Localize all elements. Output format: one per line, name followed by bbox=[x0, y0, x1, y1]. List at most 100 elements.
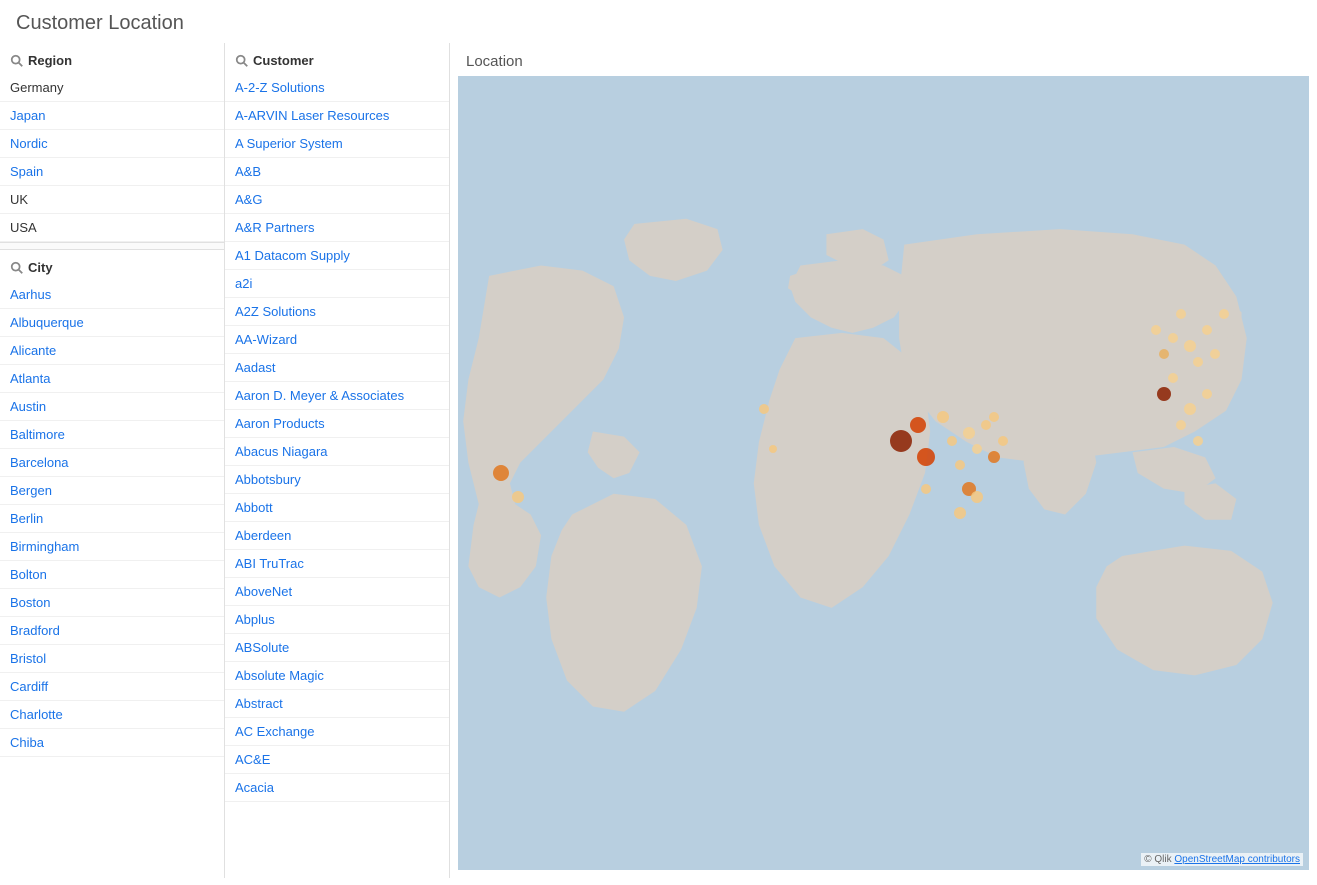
map-bubble[interactable] bbox=[971, 491, 983, 503]
map-copyright: © Qlik OpenStreetMap contributors bbox=[1141, 853, 1303, 866]
city-item[interactable]: Charlotte bbox=[0, 701, 224, 729]
region-item-usa[interactable]: USA bbox=[0, 214, 224, 242]
city-item[interactable]: Austin bbox=[0, 393, 224, 421]
city-item[interactable]: Albuquerque bbox=[0, 309, 224, 337]
map-bubble[interactable] bbox=[1151, 325, 1161, 335]
map-bubble[interactable] bbox=[769, 445, 777, 453]
map-container[interactable]: © Qlik OpenStreetMap contributors bbox=[458, 76, 1309, 870]
customer-item[interactable]: Abbott bbox=[225, 494, 449, 522]
city-item[interactable]: Alicante bbox=[0, 337, 224, 365]
map-bubble[interactable] bbox=[955, 460, 965, 470]
map-bubble[interactable] bbox=[1168, 373, 1178, 383]
map-bubble[interactable] bbox=[947, 436, 957, 446]
map-bubble[interactable] bbox=[1157, 387, 1171, 401]
region-item-japan[interactable]: Japan bbox=[0, 102, 224, 130]
map-bubble[interactable] bbox=[989, 412, 999, 422]
map-bubble[interactable] bbox=[1202, 325, 1212, 335]
customer-item[interactable]: AC&E bbox=[225, 746, 449, 774]
city-header: City bbox=[0, 250, 224, 281]
map-bubble[interactable] bbox=[921, 484, 931, 494]
city-item[interactable]: Birmingham bbox=[0, 533, 224, 561]
customer-header: Customer bbox=[225, 43, 449, 74]
map-bubble[interactable] bbox=[910, 417, 926, 433]
city-item[interactable]: Cardiff bbox=[0, 673, 224, 701]
customer-list: A-2-Z SolutionsA-ARVIN Laser ResourcesA … bbox=[225, 74, 449, 802]
city-item[interactable]: Baltimore bbox=[0, 421, 224, 449]
city-item[interactable]: Berlin bbox=[0, 505, 224, 533]
map-bubble[interactable] bbox=[1184, 340, 1196, 352]
customer-label: Customer bbox=[253, 53, 314, 68]
customer-item[interactable]: A-ARVIN Laser Resources bbox=[225, 102, 449, 130]
map-bubble[interactable] bbox=[917, 448, 935, 466]
map-bubble[interactable] bbox=[1184, 403, 1196, 415]
page-title: Customer Location bbox=[0, 0, 1317, 43]
customer-item[interactable]: Aberdeen bbox=[225, 522, 449, 550]
region-item-spain[interactable]: Spain bbox=[0, 158, 224, 186]
city-item[interactable]: Bradford bbox=[0, 617, 224, 645]
map-bubble[interactable] bbox=[1202, 389, 1212, 399]
customer-item[interactable]: Abplus bbox=[225, 606, 449, 634]
map-bubble[interactable] bbox=[998, 436, 1008, 446]
customer-item[interactable]: Abacus Niagara bbox=[225, 438, 449, 466]
openstreetmap-link[interactable]: OpenStreetMap contributors bbox=[1174, 854, 1300, 865]
region-search-icon bbox=[10, 54, 24, 68]
city-item[interactable]: Bergen bbox=[0, 477, 224, 505]
customer-item[interactable]: Absolute Magic bbox=[225, 662, 449, 690]
city-item[interactable]: Boston bbox=[0, 589, 224, 617]
customer-item[interactable]: Abstract bbox=[225, 690, 449, 718]
region-item-nordic[interactable]: Nordic bbox=[0, 130, 224, 158]
region-list: Germany Japan Nordic Spain UK USA bbox=[0, 74, 224, 242]
map-bubble[interactable] bbox=[1193, 357, 1203, 367]
customer-item[interactable]: Aaron Products bbox=[225, 410, 449, 438]
customer-item[interactable]: A&G bbox=[225, 186, 449, 214]
customer-item[interactable]: A-2-Z Solutions bbox=[225, 74, 449, 102]
customer-item[interactable]: A&B bbox=[225, 158, 449, 186]
customer-item[interactable]: Acacia bbox=[225, 774, 449, 802]
map-bubble[interactable] bbox=[512, 491, 524, 503]
customer-item[interactable]: Abbotsbury bbox=[225, 466, 449, 494]
city-item[interactable]: Bolton bbox=[0, 561, 224, 589]
map-bubble[interactable] bbox=[963, 427, 975, 439]
section-divider bbox=[0, 242, 224, 250]
customer-item[interactable]: A&R Partners bbox=[225, 214, 449, 242]
customer-item[interactable]: a2i bbox=[225, 270, 449, 298]
customer-item[interactable]: Aaron D. Meyer & Associates bbox=[225, 382, 449, 410]
customer-item[interactable]: Aadast bbox=[225, 354, 449, 382]
city-list: AarhusAlbuquerqueAlicanteAtlantaAustinBa… bbox=[0, 281, 224, 757]
region-label: Region bbox=[28, 53, 72, 68]
city-item[interactable]: Aarhus bbox=[0, 281, 224, 309]
map-bubble[interactable] bbox=[1159, 349, 1169, 359]
left-filter-panel: Region Germany Japan Nordic Spain UK USA… bbox=[0, 43, 225, 878]
map-bubble[interactable] bbox=[1219, 309, 1229, 319]
city-item[interactable]: Bristol bbox=[0, 645, 224, 673]
city-item[interactable]: Barcelona bbox=[0, 449, 224, 477]
customer-item[interactable]: A1 Datacom Supply bbox=[225, 242, 449, 270]
region-item-germany[interactable]: Germany bbox=[0, 74, 224, 102]
customer-item[interactable]: ABI TruTrac bbox=[225, 550, 449, 578]
customer-item[interactable]: AC Exchange bbox=[225, 718, 449, 746]
customer-item[interactable]: A2Z Solutions bbox=[225, 298, 449, 326]
map-bubble[interactable] bbox=[1210, 349, 1220, 359]
map-bubble[interactable] bbox=[937, 411, 949, 423]
map-bubble[interactable] bbox=[1168, 333, 1178, 343]
customer-panel: Customer A-2-Z SolutionsA-ARVIN Laser Re… bbox=[225, 43, 450, 878]
city-item[interactable]: Atlanta bbox=[0, 365, 224, 393]
map-bubble[interactable] bbox=[759, 404, 769, 414]
map-bubble[interactable] bbox=[972, 444, 982, 454]
map-bubble[interactable] bbox=[988, 451, 1000, 463]
map-bubble[interactable] bbox=[1176, 309, 1186, 319]
map-bubble[interactable] bbox=[981, 420, 991, 430]
city-item[interactable]: Chiba bbox=[0, 729, 224, 757]
region-item-uk[interactable]: UK bbox=[0, 186, 224, 214]
map-bubble[interactable] bbox=[493, 465, 509, 481]
customer-item[interactable]: ABSolute bbox=[225, 634, 449, 662]
map-bubble[interactable] bbox=[1193, 436, 1203, 446]
map-title: Location bbox=[450, 43, 1317, 76]
region-header: Region bbox=[0, 43, 224, 74]
map-bubble[interactable] bbox=[890, 430, 912, 452]
map-bubble[interactable] bbox=[954, 507, 966, 519]
customer-item[interactable]: A Superior System bbox=[225, 130, 449, 158]
customer-item[interactable]: AboveNet bbox=[225, 578, 449, 606]
customer-item[interactable]: AA-Wizard bbox=[225, 326, 449, 354]
map-bubble[interactable] bbox=[1176, 420, 1186, 430]
